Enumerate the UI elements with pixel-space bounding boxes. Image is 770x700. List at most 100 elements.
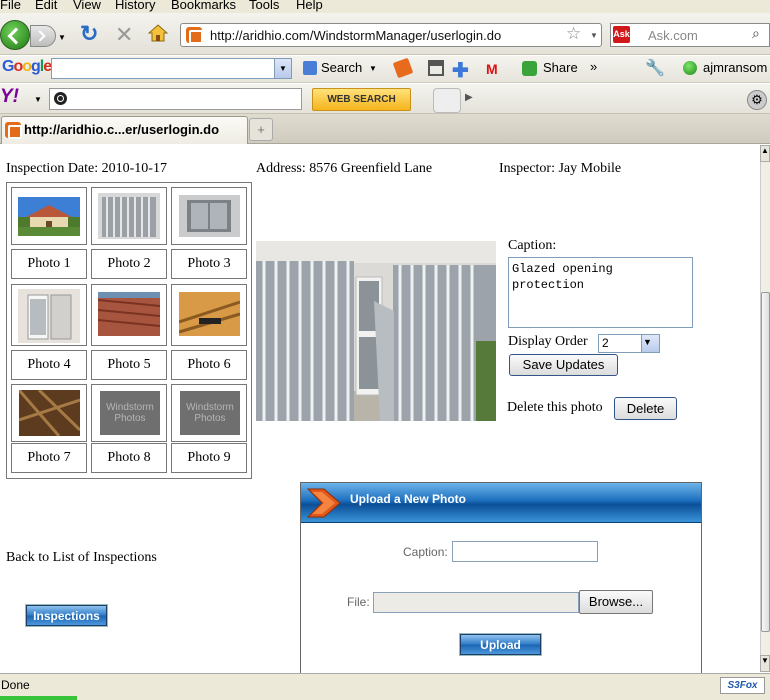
photo-label-2[interactable]: Photo 2: [91, 249, 167, 279]
photo-thumb-4[interactable]: [11, 284, 87, 346]
stop-icon[interactable]: ✕: [115, 22, 133, 48]
photo-thumb-8[interactable]: Windstorm Photos: [91, 384, 167, 442]
photo-label-3[interactable]: Photo 3: [171, 249, 247, 279]
site-favicon-icon: [186, 27, 203, 44]
ask-search-engine-icon[interactable]: Ask: [613, 26, 630, 43]
photo-thumb-9[interactable]: Windstorm Photos: [171, 384, 247, 442]
inspection-address: Address: 8576 Greenfield Lane: [256, 161, 433, 176]
share-icon[interactable]: [522, 61, 537, 76]
photo-shutters-icon: [98, 193, 160, 239]
photo-thumb-1[interactable]: [11, 187, 87, 245]
upload-panel-title: Upload a New Photo: [350, 492, 467, 506]
photo-thumb-3[interactable]: [171, 187, 247, 245]
menu-file[interactable]: File: [0, 0, 21, 12]
upload-button[interactable]: Upload: [459, 633, 542, 656]
photo-thumb-6[interactable]: [171, 284, 247, 346]
photo-thumb-2[interactable]: [91, 187, 167, 245]
google-search-dropdown-icon[interactable]: ▼: [274, 59, 291, 78]
yahoo-logo[interactable]: Y!: [0, 86, 19, 108]
yahoo-search-icon: [54, 92, 67, 105]
inspection-date: Inspection Date: 2010-10-17: [6, 161, 167, 176]
wrench-icon[interactable]: 🔧: [645, 58, 665, 78]
photo-thumb-5[interactable]: [91, 284, 167, 346]
delete-photo-text: Delete this photo: [507, 400, 603, 415]
sidewiki-icon[interactable]: [428, 60, 444, 76]
selected-photo: [256, 241, 496, 421]
upload-caption-input[interactable]: [452, 541, 598, 562]
photo-label-8[interactable]: Photo 8: [91, 443, 167, 473]
photo-placeholder-8: Windstorm Photos: [100, 391, 160, 435]
display-order-value: 2: [602, 336, 609, 350]
photo-label-5[interactable]: Photo 5: [91, 350, 167, 380]
menu-bar: File Edit View History Bookmarks Tools H…: [0, 0, 770, 13]
inspections-button[interactable]: Inspections: [25, 604, 108, 627]
gmail-icon[interactable]: M: [486, 61, 498, 77]
history-dropdown-icon[interactable]: ▼: [58, 33, 66, 42]
photo-attic-icon: [179, 292, 240, 336]
scroll-up-icon[interactable]: ▲: [760, 145, 770, 162]
google-search-dropdown-arrow-icon[interactable]: ▼: [369, 64, 377, 73]
tab-title[interactable]: http://aridhio.c...er/userlogin.do: [24, 122, 219, 137]
menu-tools[interactable]: Tools: [249, 0, 279, 12]
web-search-button[interactable]: WEB SEARCH: [312, 88, 411, 111]
photo-thumb-7[interactable]: [11, 384, 87, 442]
toolbar-scroll-arrow-icon[interactable]: ▶: [465, 92, 473, 103]
menu-history[interactable]: History: [115, 0, 155, 12]
google-search-input[interactable]: [51, 58, 292, 79]
scroll-down-icon[interactable]: ▼: [760, 655, 770, 672]
bookmark-star-icon[interactable]: ☆: [566, 24, 581, 44]
back-arrow-icon[interactable]: [0, 20, 30, 50]
plus-icon[interactable]: ✚: [452, 58, 469, 83]
share-button[interactable]: Share: [543, 60, 578, 75]
more-tools-icon[interactable]: »: [590, 59, 597, 74]
photo-label-7[interactable]: Photo 7: [11, 443, 87, 473]
caption-textarea[interactable]: Glazed opening protection: [508, 257, 693, 328]
status-text: Done: [1, 678, 30, 692]
photo-roof-tile-icon: [98, 292, 160, 336]
scrollbar-thumb[interactable]: [761, 292, 770, 632]
photo-placeholder-9: Windstorm Photos: [180, 391, 240, 435]
upload-file-input[interactable]: [373, 592, 579, 613]
tab-favicon-icon: [5, 122, 22, 139]
photo-label-1[interactable]: Photo 1: [11, 249, 87, 279]
account-status-icon: [683, 61, 697, 75]
s3fox-addon-icon[interactable]: S3Fox: [720, 677, 765, 694]
chevron-down-icon[interactable]: ▼: [643, 337, 652, 347]
new-tab-button[interactable]: +: [249, 118, 273, 141]
search-placeholder[interactable]: Ask.com: [648, 28, 698, 43]
url-dropdown-icon[interactable]: ▼: [590, 31, 598, 40]
inspection-inspector: Inspector: Jay Mobile: [499, 161, 622, 176]
reload-icon[interactable]: ↻: [80, 21, 98, 47]
gear-icon[interactable]: ⚙: [747, 90, 767, 110]
browse-button[interactable]: Browse...: [579, 590, 653, 614]
upload-caption-label: Caption:: [403, 545, 448, 559]
back-to-inspections-link[interactable]: Back to List of Inspections: [6, 550, 157, 566]
photo-label-4[interactable]: Photo 4: [11, 350, 87, 380]
taskbar-strip: [0, 696, 77, 700]
google-search-button[interactable]: Search: [321, 60, 362, 75]
account-name[interactable]: ajmransom: [703, 60, 767, 75]
home-icon[interactable]: [148, 24, 168, 42]
forward-arrow-icon[interactable]: [30, 25, 56, 47]
upload-file-label: File:: [347, 595, 370, 609]
url-text[interactable]: http://aridhio.com/WindstormManager/user…: [210, 28, 501, 43]
photo-label-6[interactable]: Photo 6: [171, 350, 247, 380]
yahoo-search-input[interactable]: [49, 88, 302, 110]
yahoo-tool-icon[interactable]: [433, 88, 461, 113]
search-icon[interactable]: ⌕: [752, 25, 760, 42]
menu-help[interactable]: Help: [296, 0, 323, 12]
save-updates-button[interactable]: Save Updates: [509, 354, 618, 376]
menu-edit[interactable]: Edit: [35, 0, 57, 12]
photo-label-9[interactable]: Photo 9: [171, 443, 247, 473]
photo-window-icon: [179, 195, 240, 237]
delete-button[interactable]: Delete: [614, 397, 677, 420]
google-search-icon[interactable]: [303, 61, 317, 75]
caption-label: Caption:: [508, 238, 557, 253]
photo-door-icon: [18, 289, 80, 343]
chevron-right-icon: [306, 488, 341, 518]
google-logo: Google: [2, 58, 52, 75]
yahoo-menu-dropdown-icon[interactable]: ▼: [34, 95, 42, 104]
photo-house-icon: [18, 197, 80, 236]
menu-bookmarks[interactable]: Bookmarks: [171, 0, 236, 12]
menu-view[interactable]: View: [73, 0, 101, 12]
